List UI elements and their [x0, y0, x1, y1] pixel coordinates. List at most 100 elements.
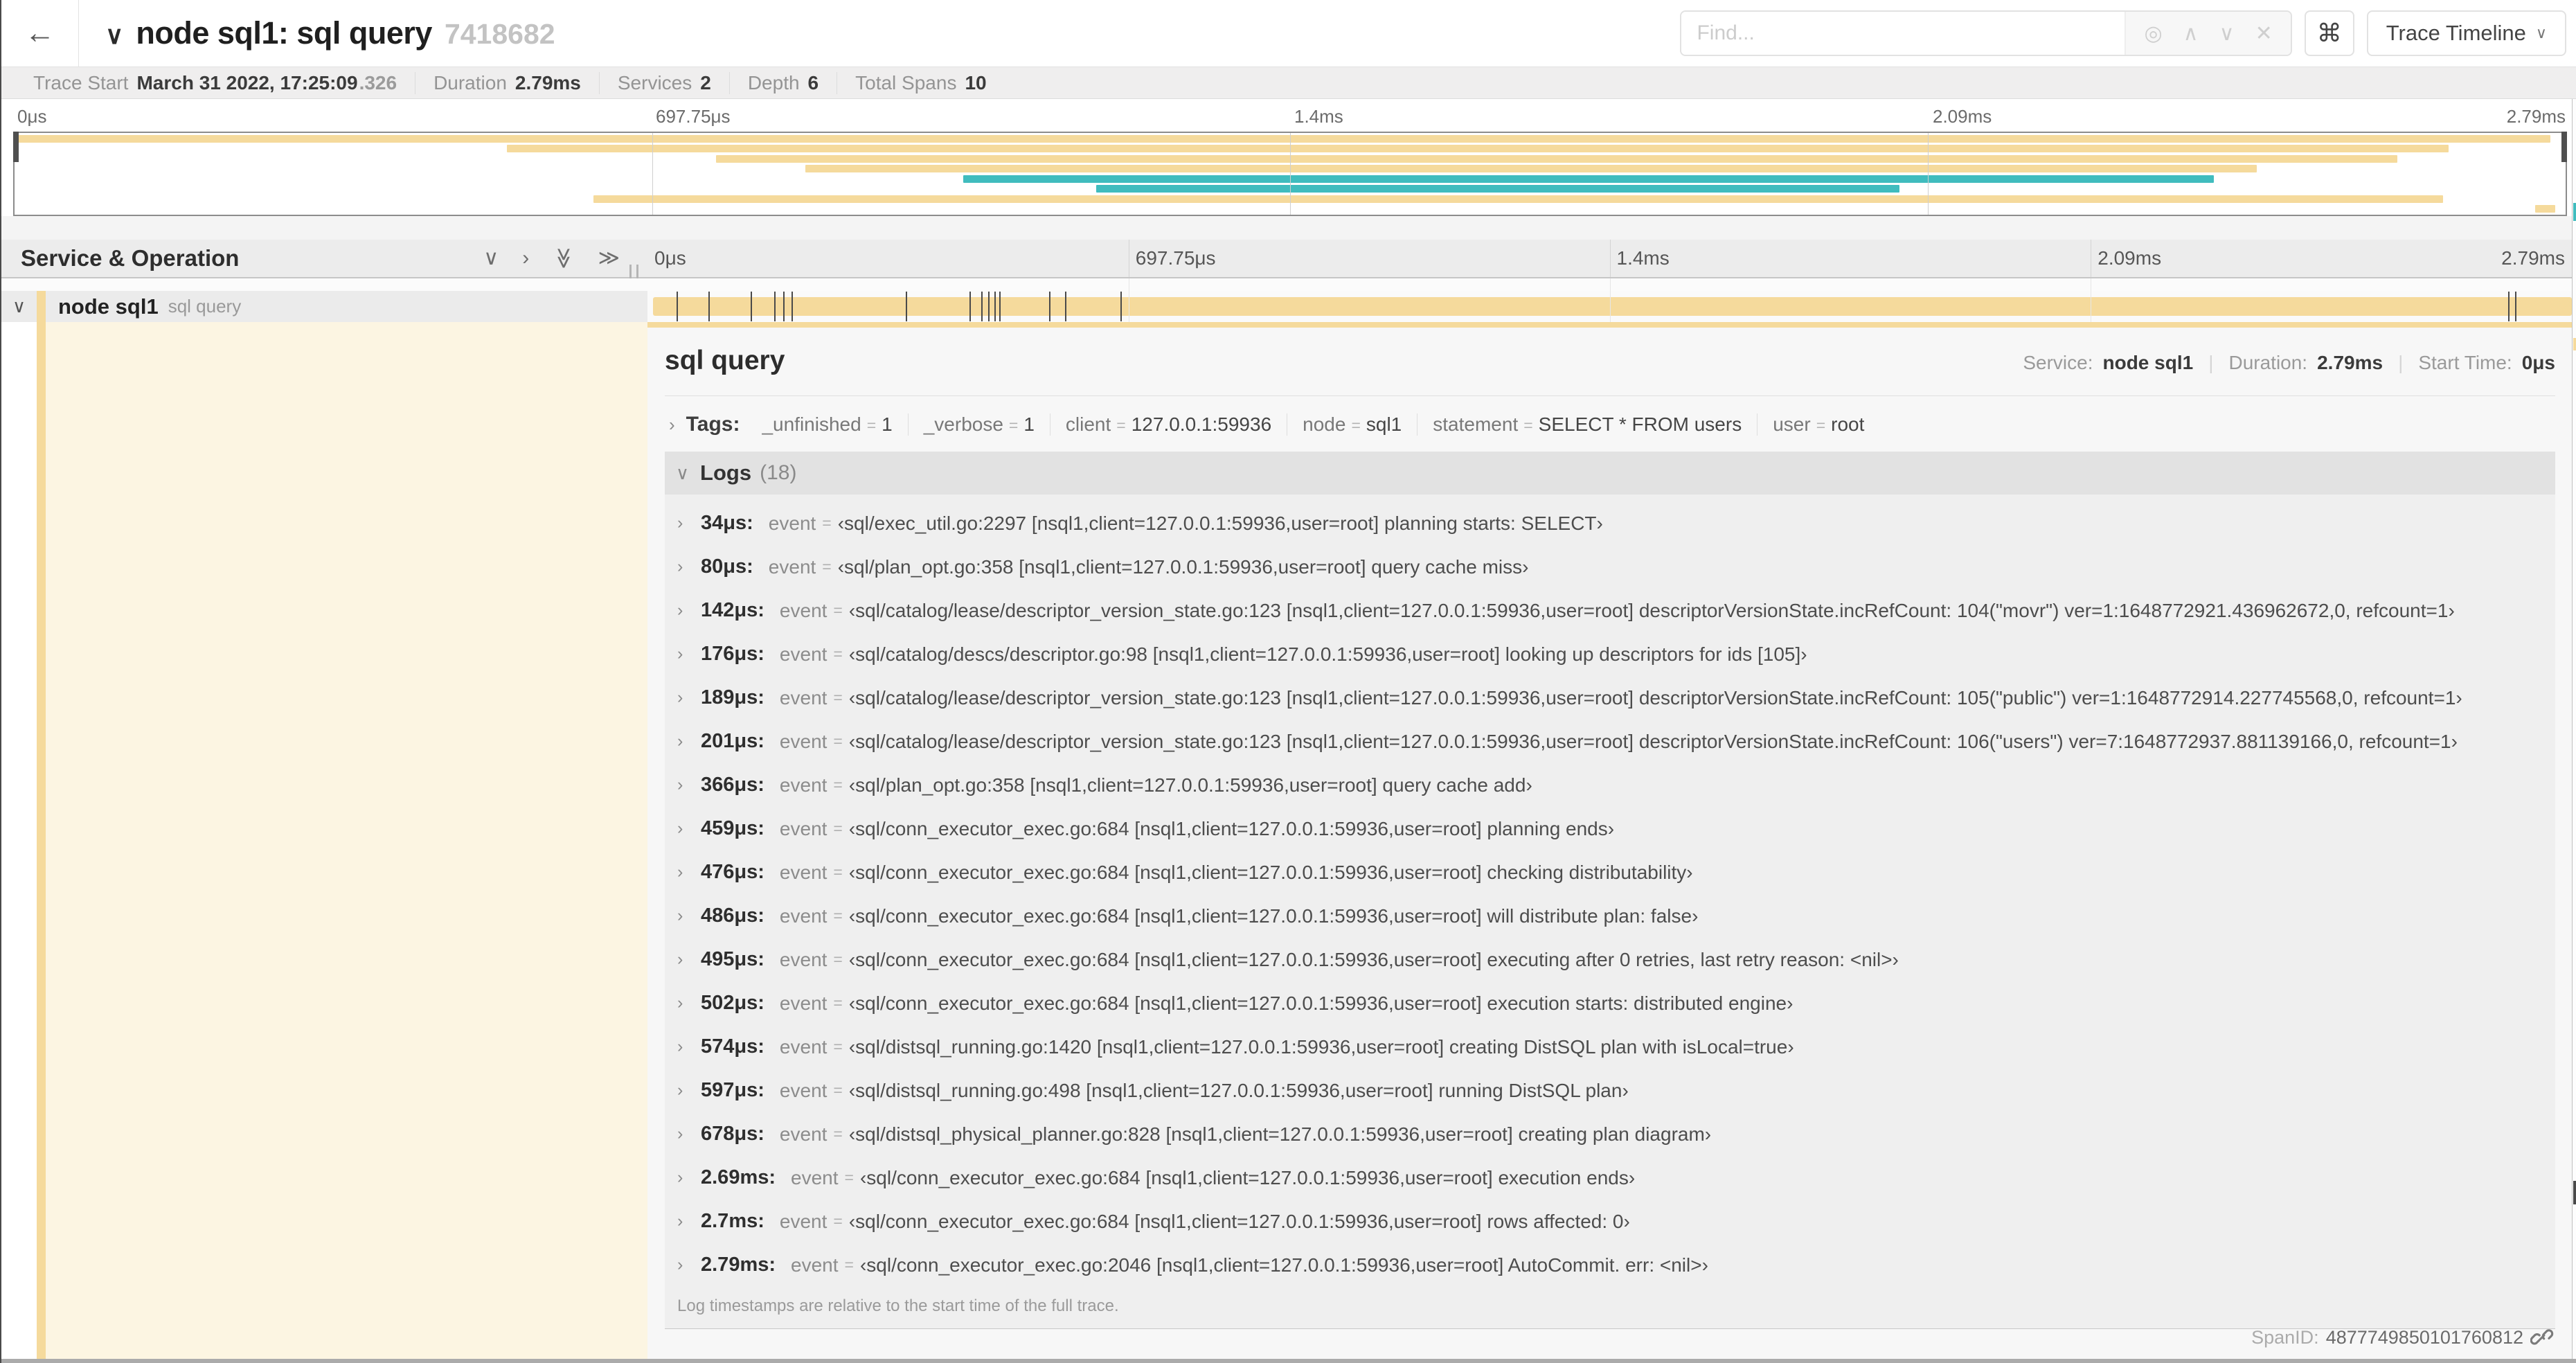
span-detail-title: sql query [665, 346, 785, 375]
ruler-tick-label: 1.4ms [1616, 247, 1670, 269]
chevron-right-icon: › [677, 775, 683, 794]
log-marker-tick [783, 292, 785, 321]
spanid-value: 4877749850101760812 [2325, 1326, 2523, 1348]
chevron-right-icon: › [677, 862, 683, 882]
log-entry[interactable]: › 597μs: event = ‹sql/distsql_running.go:498… [665, 1069, 2555, 1112]
log-entry[interactable]: › 476μs: event = ‹sql/conn_executor_exec.go:… [665, 850, 2555, 894]
ruler-tick-label: 697.75μs [1135, 247, 1216, 269]
duration-value: 2.79ms [2317, 352, 2383, 373]
ruler-tick-label: 1.4ms [1294, 106, 1343, 127]
log-marker-tick [774, 292, 776, 321]
minimap-left-scrubber[interactable] [13, 132, 19, 162]
back-button[interactable]: ← [1, 0, 79, 66]
span-duration-bar[interactable] [653, 297, 2572, 316]
scrollbar-thumb[interactable] [2573, 1181, 2576, 1204]
log-entry[interactable]: › 201μs: event = ‹sql/catalog/lease/descript… [665, 720, 2555, 763]
summary-item: Total Spans 10 [855, 71, 987, 93]
log-entry[interactable]: › 2.79ms: event = ‹sql/conn_executor_exec.go… [665, 1243, 2555, 1287]
chevron-down-icon[interactable]: ∨ [1, 296, 37, 317]
log-entry[interactable]: › 2.7ms: event = ‹sql/conn_executor_exec.go:… [665, 1200, 2555, 1243]
span-bar-track[interactable] [647, 291, 2572, 322]
logs-accordion-header[interactable]: ∨ Logs (18) [665, 452, 2555, 495]
span-name-cell[interactable]: ∨ node sql1 sql query [1, 291, 647, 322]
next-match-icon[interactable]: ∨ [2219, 21, 2235, 46]
logs-count: (18) [760, 461, 797, 484]
log-entry[interactable]: › 459μs: event = ‹sql/conn_executor_exec.go:… [665, 807, 2555, 850]
span-id-row: SpanID: 4877749850101760812 [2251, 1326, 2554, 1349]
expand-all-icon[interactable]: ≫ [598, 248, 620, 269]
span-row-node-sql1[interactable]: ∨ node sql1 sql query [1, 291, 2572, 322]
tag-item: _verbose = 1 [909, 413, 1050, 436]
chevron-right-icon: › [677, 950, 683, 969]
timeline-column-header: Service & Operation ∨ › ≫ ≫ 0μs 697.75μs 1… [1, 240, 2572, 285]
find-group: ◎ ∧ ∨ ✕ [1680, 10, 2292, 56]
start-time-value: 0μs [2521, 352, 2555, 373]
keyboard-shortcuts-button[interactable]: ⌘ [2304, 10, 2354, 56]
summary-item: Services 2 [600, 71, 730, 94]
find-input[interactable] [1681, 12, 2125, 55]
collapse-all-icon[interactable]: ≫ [553, 247, 575, 269]
row-collapse-controls: ∨ › ≫ ≫ [483, 247, 620, 269]
ruler-tick-label: 0μs [17, 106, 47, 127]
collapse-one-icon[interactable]: ∨ [483, 248, 499, 269]
summary-item: Trace Start March 31 2022, 17:25:09.326 [15, 71, 416, 94]
log-entry[interactable]: › 80μs: event = ‹sql/plan_opt.go:358 [nsql1,… [665, 545, 2555, 589]
log-entry[interactable]: › 495μs: event = ‹sql/conn_executor_exec.go:… [665, 938, 2555, 981]
minimap-right-scrubber[interactable] [2561, 132, 2567, 162]
chevron-right-icon: › [677, 731, 683, 751]
chevron-right-icon: › [677, 1037, 683, 1056]
ruler-tick-label: 2.09ms [2098, 247, 2162, 269]
tag-item: node = sql1 [1287, 413, 1418, 436]
log-entry[interactable]: › 486μs: event = ‹sql/conn_executor_exec.go:… [665, 894, 2555, 938]
log-marker-tick [981, 292, 983, 321]
trace-summary-bar: Trace Start March 31 2022, 17:25:09.326 Du… [1, 66, 2576, 99]
ruler-tick-label: 2.79ms [2506, 106, 2566, 127]
expand-one-icon[interactable]: › [522, 248, 529, 269]
trace-view-selector[interactable]: Trace Timeline ∨ [2366, 10, 2566, 56]
logs-list: › 34μs: event = ‹sql/exec_util.go:2297 [nsql… [665, 495, 2555, 1328]
log-entry[interactable]: › 2.69ms: event = ‹sql/conn_executor_exec.go… [665, 1156, 2555, 1200]
window-scrollbar[interactable] [2572, 99, 2576, 1359]
command-icon: ⌘ [2316, 19, 2342, 47]
ruler-tick-label: 697.75μs [656, 106, 731, 127]
tag-item: statement = SELECT * FROM users [1417, 413, 1758, 436]
start-time-label: Start Time: [2418, 352, 2512, 373]
log-entry[interactable]: › 176μs: event = ‹sql/catalog/descs/descript… [665, 632, 2555, 676]
chevron-right-icon: › [677, 1124, 683, 1143]
chevron-right-icon: › [677, 993, 683, 1013]
service-operation-header: Service & Operation ∨ › ≫ ≫ [1, 240, 647, 277]
timeline-strip [1, 278, 2572, 291]
deep-link-icon[interactable] [2530, 1326, 2554, 1349]
log-entry[interactable]: › 574μs: event = ‹sql/distsql_running.go:142… [665, 1025, 2555, 1069]
span-detail-region: sql query Service: node sql1 | Duration:… [1, 322, 2572, 1359]
scroll-mark-teal [2573, 203, 2576, 221]
log-entry[interactable]: › 502μs: event = ‹sql/conn_executor_exec.go:… [665, 981, 2555, 1025]
spanid-label: SpanID: [2251, 1326, 2319, 1348]
log-entry[interactable]: › 142μs: event = ‹sql/catalog/lease/descript… [665, 589, 2555, 632]
log-entry[interactable]: › 366μs: event = ‹sql/plan_opt.go:358 [nsql1… [665, 763, 2555, 807]
clear-search-icon[interactable]: ✕ [2255, 21, 2273, 46]
logs-label: Logs [700, 461, 752, 485]
chevron-right-icon: › [677, 1211, 683, 1231]
scroll-mark-tan [2573, 338, 2576, 350]
prev-match-icon[interactable]: ∧ [2183, 21, 2199, 46]
minimap-ruler: 0μs 697.75μs 1.4ms 2.09ms 2.79ms [13, 99, 2567, 132]
ruler-tick-label: 0μs [654, 247, 686, 269]
tag-item: _unfinished = 1 [746, 413, 909, 436]
chevron-right-icon: › [677, 1080, 683, 1100]
chevron-down-icon: ∨ [676, 462, 690, 483]
log-marker-tick [1120, 292, 1122, 321]
tags-label: Tags: [686, 413, 740, 436]
locate-icon[interactable]: ◎ [2144, 21, 2162, 46]
log-entry[interactable]: › 678μs: event = ‹sql/distsql_physical_plann… [665, 1112, 2555, 1156]
title-wrap: ∨ node sql1: sql query 7418682 [105, 15, 1680, 51]
chevron-down-icon: ∨ [2535, 24, 2547, 42]
log-entry[interactable]: › 34μs: event = ‹sql/exec_util.go:2297 [nsql… [665, 501, 2555, 545]
divider [665, 395, 2555, 396]
log-entry[interactable]: › 189μs: event = ‹sql/catalog/lease/descript… [665, 676, 2555, 720]
log-marker-tick [751, 292, 753, 321]
tags-accordion[interactable]: › Tags: _unfinished = 1 _verbose = 1 client = 12… [665, 413, 2555, 436]
collapse-all-icon[interactable]: ∨ [105, 21, 123, 50]
log-marker-tick [905, 292, 907, 321]
trace-minimap[interactable] [13, 132, 2567, 216]
